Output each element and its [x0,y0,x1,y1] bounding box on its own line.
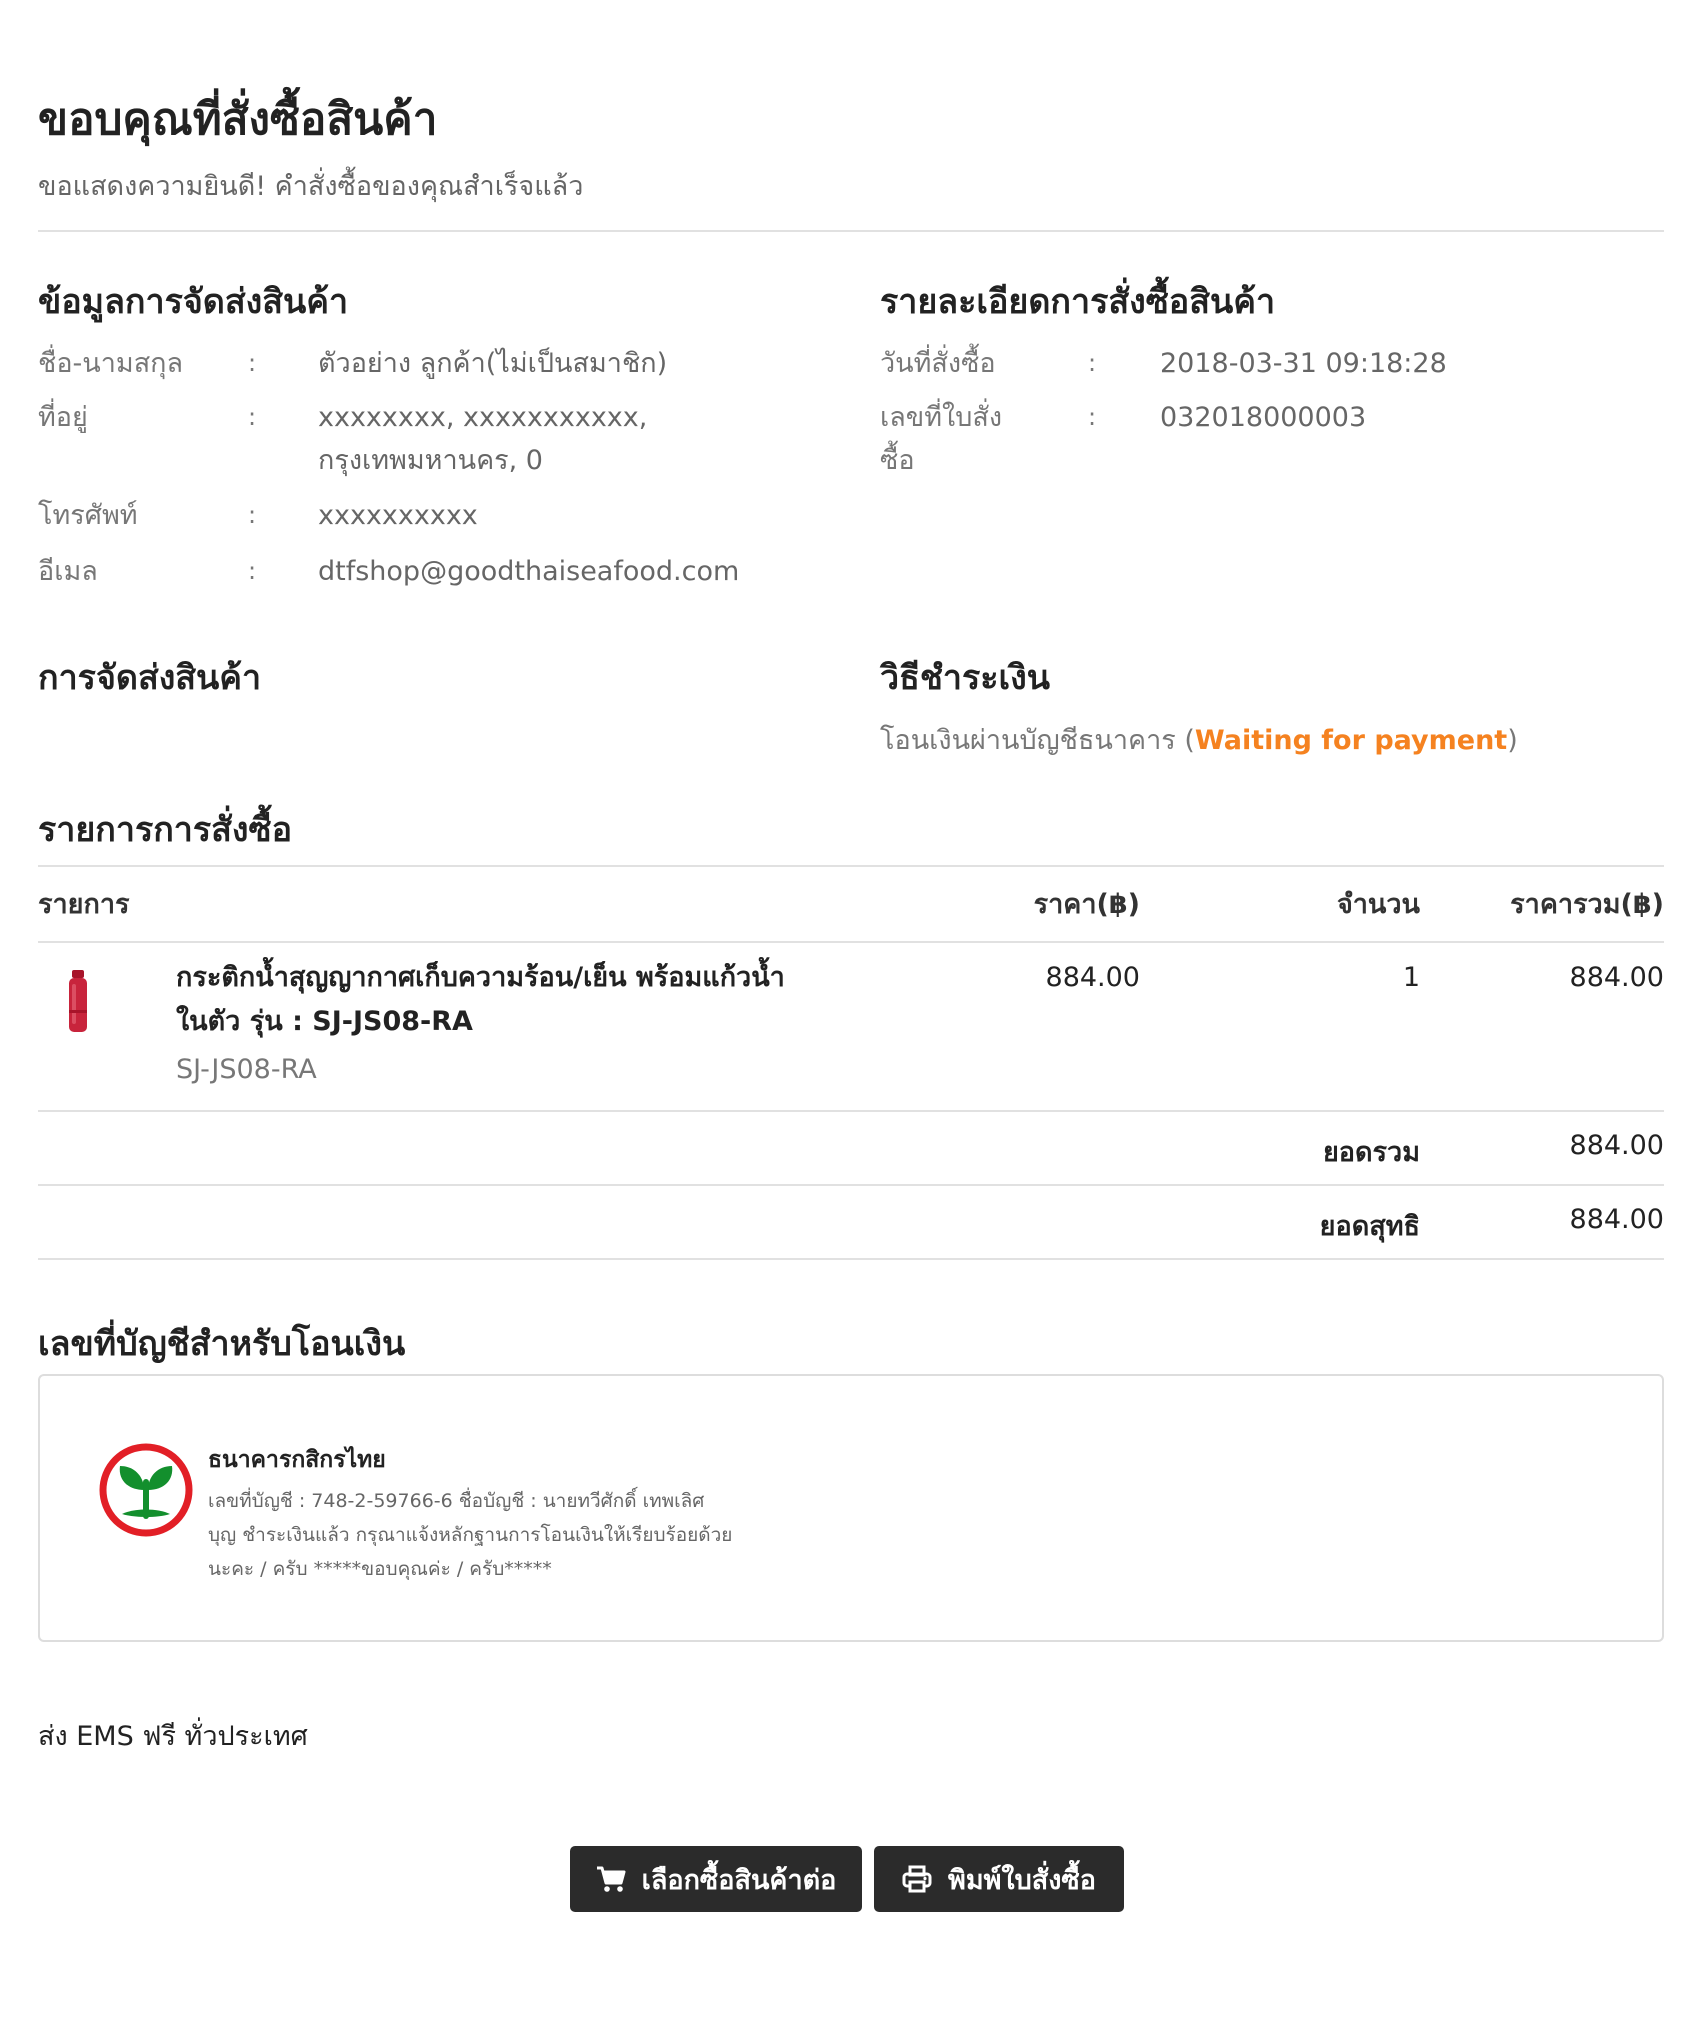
page-subtitle: ขอแสดงความยินดี! คำสั่งซื้อของคุณสำเร็จแ… [38,171,584,202]
payment-method-name: โอนเงินผ่านบัญชีธนาคาร [880,725,1176,756]
payment-status-open-paren: ( [1175,725,1195,756]
payment-method-text: โอนเงินผ่านบัญชีธนาคาร (Waiting for paym… [880,718,1518,761]
address-value-line2: กรุงเทพมหานคร, 0 [318,445,543,476]
phone-label: โทรศัพท์ [38,500,138,531]
subtotal-value: 884.00 [1569,1130,1664,1161]
column-header-price: ราคา(฿) [1033,889,1140,920]
product-price: 884.00 [1045,962,1140,993]
address-separator: : [248,403,257,431]
order-items-heading: รายการการสั่งซื้อ [38,810,293,850]
continue-shopping-label: เลือกซื้อสินค้าต่อ [641,1864,837,1896]
column-header-quantity: จำนวน [1336,889,1420,920]
table-subtotal-rule [38,1184,1664,1186]
order-number-label-line1: เลขที่ใบสั่ง [880,402,1003,433]
payment-status-close-paren: ) [1507,725,1518,756]
continue-shopping-button[interactable]: เลือกซื้อสินค้าต่อ [570,1846,862,1912]
order-details-heading: รายละเอียดการสั่งซื้อสินค้า [880,282,1276,322]
shopping-cart-icon [596,1866,626,1892]
product-name[interactable]: กระติกน้ำสุญญากาศเก็บความร้อน/เย็น พร้อม… [176,956,856,1044]
page-title: ขอบคุณที่สั่งซื้อสินค้า [38,94,438,145]
product-name-line2: ในตัว รุ่น : SJ-JS08-RA [176,1006,473,1037]
subtotal-label: ยอดรวม [1322,1137,1420,1168]
printer-icon [902,1865,932,1893]
bank-account-card: ธนาคารกสิกรไทย เลขที่บัญชี : 748-2-59766… [38,1374,1664,1642]
header-divider [38,230,1664,232]
name-value: ตัวอย่าง ลูกค้า(ไม่เป็นสมาชิก) [318,348,668,379]
shipping-info-heading: ข้อมูลการจัดส่งสินค้า [38,282,349,322]
email-value: dtfshop@goodthaiseafood.com [318,556,740,587]
product-thumbnail[interactable] [66,970,90,1034]
order-number-value: 032018000003 [1160,402,1367,433]
delivery-heading: การจัดส่งสินค้า [38,658,262,698]
payment-status: Waiting for payment [1194,725,1508,756]
product-total: 884.00 [1569,962,1664,993]
kasikorn-bank-logo [98,1442,194,1538]
bank-detail-line1: เลขที่บัญชี : 748-2-59766-6 ชื่อบัญชี : … [208,1490,705,1512]
order-date-separator: : [1088,349,1097,377]
print-order-label: พิมพ์ใบสั่งซื้อ [948,1864,1096,1896]
order-number-separator: : [1088,403,1097,431]
order-number-label-line2: ซื้อ [880,445,915,476]
order-date-label: วันที่สั่งซื้อ [880,348,996,379]
bank-account-heading: เลขที่บัญชีสำหรับโอนเงิน [38,1324,406,1364]
net-total-label: ยอดสุทธิ [1319,1211,1420,1242]
shipping-note: ส่ง EMS ฟรี ทั่วประเทศ [38,1721,308,1752]
product-quantity: 1 [1402,962,1420,993]
product-name-line1: กระติกน้ำสุญญากาศเก็บความร้อน/เย็น พร้อม… [176,962,785,993]
bank-name: ธนาคารกสิกรไทย [208,1447,386,1473]
payment-method-heading: วิธีชำระเงิน [880,658,1050,698]
address-value-line1: xxxxxxxx, xxxxxxxxxxx, [318,402,648,433]
phone-separator: : [248,501,257,529]
name-separator: : [248,349,257,377]
bank-detail-line2: บุญ ชำระเงินแล้ว กรุณาแจ้งหลักฐานการโอนเ… [208,1524,733,1546]
table-top-rule [38,865,1664,867]
table-item-rule [38,1110,1664,1112]
order-date-value: 2018-03-31 09:18:28 [1160,348,1447,379]
kasikorn-bank-logo-icon [99,1443,193,1537]
name-label: ชื่อ-นามสกุล [38,348,184,379]
print-order-button[interactable]: พิมพ์ใบสั่งซื้อ [874,1846,1124,1912]
phone-value: xxxxxxxxxx [318,500,478,531]
column-header-item: รายการ [38,889,130,920]
email-separator: : [248,557,257,585]
table-bottom-rule [38,1258,1664,1260]
bank-detail-line3: นะคะ / ครับ *****ขอบคุณค่ะ / ครับ***** [208,1558,552,1580]
column-header-total: ราคารวม(฿) [1510,889,1664,920]
table-header-rule [38,941,1664,943]
thermos-bottle-icon [69,970,87,1032]
product-sku: SJ-JS08-RA [176,1054,317,1085]
net-total-value: 884.00 [1569,1204,1664,1235]
email-label: อีเมล [38,556,98,587]
bank-account-details: เลขที่บัญชี : 748-2-59766-6 ชื่อบัญชี : … [208,1484,808,1586]
address-label: ที่อยู่ [38,402,88,433]
